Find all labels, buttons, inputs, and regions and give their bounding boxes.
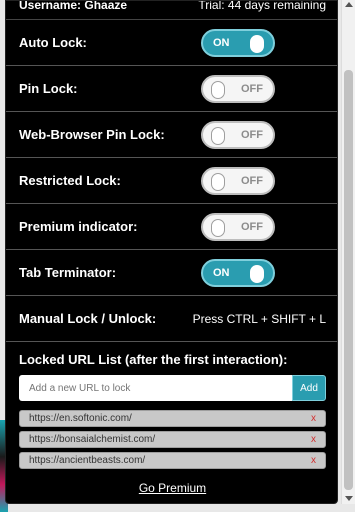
setting-label: Auto Lock: [19, 35, 87, 50]
tab-terminator-toggle[interactable]: ON [201, 258, 275, 287]
toggle-state-label: OFF [241, 220, 263, 233]
locked-url-item: https://en.softonic.com/ x [19, 410, 326, 427]
toggle-state-label: OFF [241, 174, 263, 187]
locked-url-item: https://ancientbeasts.com/ x [19, 452, 326, 469]
setting-tab-terminator: Tab Terminator: ON [6, 250, 337, 296]
locked-url-heading: Locked URL List (after the first interac… [19, 352, 288, 367]
setting-premium-indicator: Premium indicator: OFF [6, 204, 337, 250]
toggle-state-label: OFF [241, 128, 263, 141]
manual-lock-shortcut: Press CTRL + SHIFT + L [192, 311, 326, 326]
toggle-state-label: ON [213, 36, 230, 49]
setting-label: Web-Browser Pin Lock: [19, 127, 165, 142]
toggle-knob [211, 218, 225, 237]
add-url-button[interactable]: Add [292, 375, 326, 401]
restricted-lock-toggle[interactable]: OFF [201, 166, 275, 195]
popup-content: Username: Ghaaze Trial: 44 days remainin… [6, 0, 337, 495]
setting-pin-lock: Pin Lock: OFF [6, 66, 337, 112]
scroll-up-arrow-icon[interactable] [345, 2, 353, 7]
setting-label: Manual Lock / Unlock: [19, 311, 157, 326]
setting-manual-lock: Manual Lock / Unlock: Press CTRL + SHIFT… [6, 296, 337, 342]
toggle-state-label: OFF [241, 82, 263, 95]
premium-indicator-toggle[interactable]: OFF [201, 212, 275, 241]
setting-restricted-lock: Restricted Lock: OFF [6, 158, 337, 204]
url-input-row: Add [19, 375, 326, 401]
remove-url-icon[interactable]: x [311, 455, 316, 466]
auto-lock-toggle[interactable]: ON [201, 28, 275, 57]
locked-url-text: https://ancientbeasts.com/ [29, 455, 146, 466]
remove-url-icon[interactable]: x [311, 434, 316, 445]
locked-url-text: https://en.softonic.com/ [29, 413, 132, 424]
account-row: Username: Ghaaze Trial: 44 days remainin… [6, 0, 337, 20]
toggle-knob [250, 264, 264, 283]
page-scrollbar[interactable] [341, 0, 355, 504]
toggle-knob [211, 172, 225, 191]
url-input[interactable] [19, 375, 292, 401]
extension-popup: Username: Ghaaze Trial: 44 days remainin… [5, 0, 338, 504]
username-label: Username: Ghaaze [19, 0, 128, 12]
toggle-knob [211, 80, 225, 99]
setting-web-browser-pin-lock: Web-Browser Pin Lock: OFF [6, 112, 337, 158]
locked-url-section: Locked URL List (after the first interac… [6, 342, 337, 495]
scroll-thumb[interactable] [344, 70, 353, 490]
trial-status: Trial: 44 days remaining [198, 0, 326, 12]
setting-label: Premium indicator: [19, 219, 138, 234]
setting-auto-lock: Auto Lock: ON [6, 20, 337, 66]
go-premium-link[interactable]: Go Premium [19, 481, 326, 495]
toggle-knob [250, 34, 264, 53]
setting-label: Pin Lock: [19, 81, 78, 96]
web-browser-pin-lock-toggle[interactable]: OFF [201, 120, 275, 149]
locked-url-text: https://bonsaialchemist.com/ [29, 434, 156, 445]
toggle-state-label: ON [213, 266, 230, 279]
setting-label: Tab Terminator: [19, 265, 117, 280]
scroll-down-arrow-icon[interactable] [345, 496, 353, 501]
toggle-knob [211, 126, 225, 145]
locked-url-item: https://bonsaialchemist.com/ x [19, 431, 326, 448]
pin-lock-toggle[interactable]: OFF [201, 74, 275, 103]
setting-label: Restricted Lock: [19, 173, 121, 188]
remove-url-icon[interactable]: x [311, 413, 316, 424]
